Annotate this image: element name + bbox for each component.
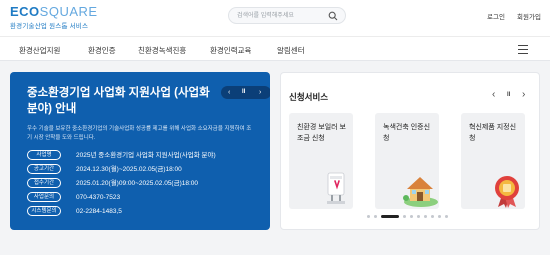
info-value: 2025.01.20(월)09:00~2025.02.05(금)18:00: [76, 180, 199, 187]
nav-item-env-education[interactable]: 환경인력교육: [210, 45, 251, 56]
info-value: 2025년 중소환경기업 사업화 지원사업(사업화 분야): [76, 152, 216, 159]
pagination-dot[interactable]: [438, 215, 441, 218]
banner-description: 우수 기술을 보유한 중소환경기업의 기술사업화 성공률 제고를 위해 사업화 …: [27, 126, 252, 141]
pagination-dot[interactable]: [367, 215, 370, 218]
service-card-green-building[interactable]: 녹색건축 인증신청: [375, 113, 439, 209]
green-house-icon: [403, 177, 438, 207]
service-card-label: 녹색건축 인증신청: [383, 124, 431, 142]
service-card-label: 혁신제품 지정신청: [469, 124, 517, 142]
search-input[interactable]: [237, 10, 325, 22]
pagination-dot[interactable]: [431, 215, 434, 218]
pagination-dot[interactable]: [417, 215, 420, 218]
logo-main-text: ECO: [10, 4, 40, 19]
banner-controls: ‹ II ›: [221, 86, 270, 99]
search-box: [228, 7, 346, 24]
info-value: 02-2284-1483,5: [76, 208, 122, 215]
logo-light-text: SQUARE: [39, 4, 98, 19]
search-icon[interactable]: [328, 11, 338, 21]
hamburger-menu-icon[interactable]: [515, 42, 531, 56]
nav-item-green-promo[interactable]: 친환경녹색진흥: [138, 45, 186, 56]
site-header: ECOSQUARE 환경기술산업 원스톱 서비스 로그인 회원가입: [0, 0, 550, 36]
service-card-label: 친환경 보일러 보조금 신청: [297, 124, 346, 142]
service-panel-title: 신청서비스: [289, 92, 329, 102]
main-nav: 환경산업지원 환경인증 친환경녹색진흥 환경인력교육 알림센터: [0, 36, 550, 61]
service-card-boiler[interactable]: 친환경 보일러 보조금 신청: [289, 113, 353, 209]
service-panel: 신청서비스 ‹ II › 친환경 보일러 보조금 신청 녹색건축 인증신청 혁신…: [280, 72, 540, 230]
info-label: 사업문의: [27, 192, 61, 202]
info-label: 공고기간: [27, 164, 61, 174]
pagination-dot-active[interactable]: [381, 215, 399, 218]
info-label: 접수기간: [27, 178, 61, 188]
site-logo[interactable]: ECOSQUARE 환경기술산업 원스톱 서비스: [10, 5, 98, 30]
banner-title: 중소환경기업 사업화 지원사업 (사업화분야) 안내: [27, 87, 210, 115]
info-label: 시스템문의: [27, 206, 61, 216]
service-prev-icon[interactable]: ‹: [492, 89, 495, 100]
nav-item-notice-center[interactable]: 알림센터: [277, 45, 305, 56]
service-pause-icon[interactable]: II: [507, 92, 510, 98]
banner-next-icon[interactable]: ›: [259, 88, 261, 97]
info-value: 2024.12.30(월)~2025.02.05(금)18:00: [76, 166, 182, 173]
boiler-icon: [327, 172, 345, 204]
pagination-dot[interactable]: [424, 215, 427, 218]
pagination-dot[interactable]: [445, 215, 448, 218]
main-banner[interactable]: 중소환경기업 사업화 지원사업 (사업화분야) 안내 ‹ II › 우수 기술을…: [10, 72, 270, 230]
carousel-pagination: [367, 215, 477, 219]
signup-link[interactable]: 회원가입: [517, 11, 541, 21]
login-link[interactable]: 로그인: [487, 11, 505, 21]
nav-item-env-cert[interactable]: 환경인증: [88, 45, 116, 56]
banner-prev-icon[interactable]: ‹: [228, 88, 230, 97]
logo-subtitle: 환경기술산업 원스톱 서비스: [10, 23, 89, 30]
nav-item-env-industry[interactable]: 환경산업지원: [19, 45, 60, 56]
info-value: 070-4370-7523: [76, 194, 121, 201]
info-label: 사업명: [27, 150, 61, 160]
banner-pause-icon[interactable]: II: [242, 88, 245, 97]
pagination-dot[interactable]: [374, 215, 377, 218]
service-next-icon[interactable]: ›: [522, 89, 525, 100]
service-card-innovation[interactable]: 혁신제품 지정신청: [461, 113, 525, 209]
medal-badge-icon: [495, 176, 519, 208]
pagination-dot[interactable]: [410, 215, 413, 218]
pagination-dot[interactable]: [403, 215, 406, 218]
